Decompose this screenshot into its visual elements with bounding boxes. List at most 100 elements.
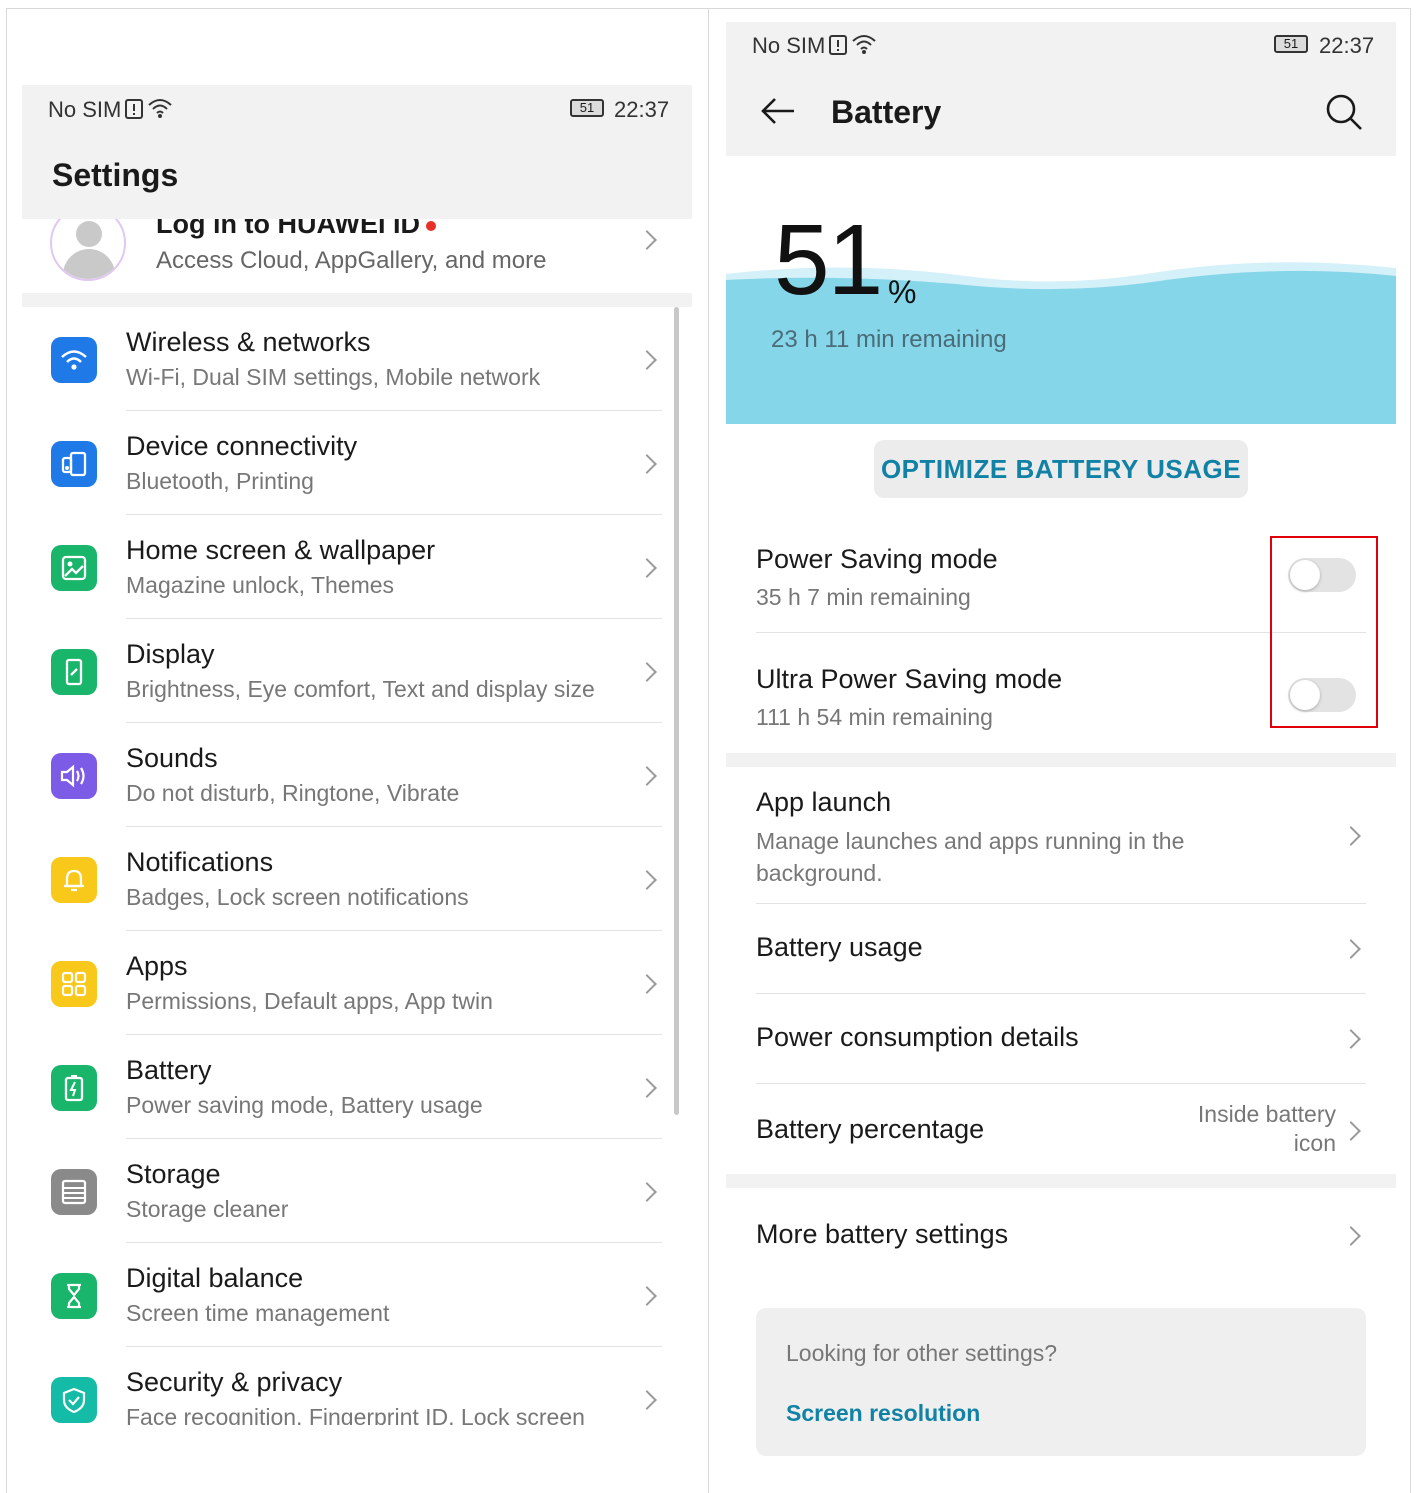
chevron-right-icon — [1341, 939, 1361, 959]
chevron-right-icon — [637, 558, 657, 578]
clock: 22:37 — [1319, 33, 1375, 58]
scrollbar[interactable] — [674, 307, 679, 1115]
item-subtitle: Manage launches and apps running in the … — [756, 828, 1185, 886]
display-icon — [51, 649, 97, 695]
mode-subtitle: 111 h 54 min remaining — [756, 704, 993, 730]
sound-icon — [51, 753, 97, 799]
item-title: Storage — [126, 1159, 221, 1189]
settings-item-sounds[interactable]: Sounds Do not disturb, Ringtone, Vibrate — [22, 723, 692, 827]
item-title: Display — [126, 639, 215, 669]
item-subtitle: Storage cleaner — [126, 1196, 289, 1222]
item-title: App launch — [756, 787, 892, 817]
item-subtitle: Power saving mode, Battery usage — [126, 1092, 483, 1118]
settings-item-apps[interactable]: Apps Permissions, Default apps, App twin — [22, 931, 692, 1035]
bell-icon — [51, 857, 97, 903]
screen-resolution-link[interactable]: Screen resolution — [786, 1400, 980, 1427]
mode-title: Power Saving mode — [756, 544, 998, 574]
notification-dot — [425, 220, 436, 231]
carrier-label: No SIM — [752, 33, 826, 58]
item-title: Device connectivity — [126, 431, 358, 461]
page-title: Battery — [831, 94, 942, 130]
section-gap — [726, 753, 1396, 767]
settings-item-battery[interactable]: Battery Power saving mode, Battery usage — [22, 1035, 692, 1139]
title-bar: Settings — [22, 133, 692, 219]
hint-question: Looking for other settings? — [786, 1340, 1058, 1366]
chevron-right-icon — [637, 1286, 657, 1306]
carrier-label: No SIM — [48, 97, 122, 122]
battery-icon — [51, 1065, 97, 1111]
wifi-status-icon — [852, 35, 876, 54]
hourglass-icon — [51, 1273, 97, 1319]
chevron-right-icon — [1341, 1029, 1361, 1049]
battery-usage-row[interactable]: Battery usage — [726, 904, 1396, 993]
huawei-id-row[interactable]: Log in to HUAWEI ID Access Cloud, AppGal… — [22, 219, 692, 293]
battery-screen: No SIM 51 22:37 Battery 51 % 23 h 11 min… — [726, 22, 1396, 1493]
page-title: Settings — [52, 157, 179, 193]
battery-status-icon: 51 — [1274, 35, 1308, 53]
item-subtitle: Brightness, Eye comfort, Text and displa… — [126, 676, 595, 702]
highlight-box — [1270, 536, 1378, 728]
item-subtitle: Face recognition, Fingerprint ID, Lock s… — [126, 1404, 585, 1425]
status-bar: No SIM 51 22:37 — [22, 85, 692, 133]
settings-item-digital-balance[interactable]: Digital balance Screen time management — [22, 1243, 692, 1347]
account-title: Log in to HUAWEI ID — [156, 219, 436, 240]
section-gap — [726, 1174, 1396, 1188]
chevron-right-icon — [637, 662, 657, 682]
storage-icon — [51, 1169, 97, 1215]
chevron-right-icon — [637, 1078, 657, 1098]
item-title: Home screen & wallpaper — [126, 535, 436, 565]
item-title: Power consumption details — [756, 1022, 1079, 1052]
chevron-right-icon — [637, 1182, 657, 1202]
item-title: Apps — [126, 951, 188, 981]
chevron-right-icon — [637, 230, 657, 250]
item-title: Digital balance — [126, 1263, 304, 1293]
item-title: Sounds — [126, 743, 218, 773]
item-title: Battery — [126, 1055, 212, 1085]
chevron-right-icon — [1341, 1121, 1361, 1141]
item-title: Notifications — [126, 847, 274, 877]
chevron-right-icon — [637, 870, 657, 890]
settings-screen: No SIM 51 22:37 Settings Log in to HUAWE… — [22, 85, 692, 1425]
item-subtitle: Wi-Fi, Dual SIM settings, Mobile network — [126, 364, 541, 390]
chevron-right-icon — [637, 1390, 657, 1410]
item-subtitle: Bluetooth, Printing — [126, 468, 314, 494]
item-subtitle: Badges, Lock screen notifications — [126, 884, 469, 910]
sim-alert-icon — [829, 35, 847, 55]
back-arrow-icon[interactable] — [760, 96, 796, 126]
settings-item-home-screen[interactable]: Home screen & wallpaper Magazine unlock,… — [22, 515, 692, 619]
chevron-right-icon — [637, 454, 657, 474]
device-connectivity-icon — [51, 441, 97, 487]
item-title: Wireless & networks — [126, 327, 371, 357]
item-subtitle: Screen time management — [126, 1300, 390, 1326]
optimize-battery-button[interactable]: OPTIMIZE BATTERY USAGE — [874, 440, 1248, 498]
chevron-right-icon — [637, 350, 657, 370]
shield-icon — [51, 1377, 97, 1423]
title-bar: Battery — [726, 68, 1396, 156]
chevron-right-icon — [637, 766, 657, 786]
power-consumption-details-row[interactable]: Power consumption details — [726, 994, 1396, 1083]
search-icon[interactable] — [1324, 92, 1364, 132]
battery-remaining: 23 h 11 min remaining — [771, 326, 1007, 353]
account-subtitle: Access Cloud, AppGallery, and more — [156, 247, 547, 274]
battery-status-icon: 51 — [570, 99, 604, 117]
item-title: Battery percentage — [756, 1114, 985, 1144]
clock: 22:37 — [614, 97, 670, 122]
mode-title: Ultra Power Saving mode — [756, 664, 1063, 694]
battery-percentage-row[interactable]: Battery percentage Inside battery icon — [726, 1084, 1396, 1174]
item-subtitle: Permissions, Default apps, App twin — [126, 988, 493, 1014]
settings-item-display[interactable]: Display Brightness, Eye comfort, Text an… — [22, 619, 692, 723]
more-battery-settings-row[interactable]: More battery settings — [726, 1188, 1396, 1282]
app-launch-row[interactable]: App launch Manage launches and apps runn… — [726, 767, 1396, 903]
settings-item-device-connectivity[interactable]: Device connectivity Bluetooth, Printing — [22, 411, 692, 515]
settings-item-storage[interactable]: Storage Storage cleaner — [22, 1139, 692, 1243]
settings-list: Wireless & networks Wi-Fi, Dual SIM sett… — [22, 307, 692, 1425]
avatar — [50, 219, 126, 281]
battery-percentage-value: Inside battery icon — [1197, 1101, 1336, 1156]
item-title: Battery usage — [756, 932, 923, 962]
settings-item-wireless[interactable]: Wireless & networks Wi-Fi, Dual SIM sett… — [22, 307, 692, 411]
settings-item-security[interactable]: Security & privacy Face recognition, Fin… — [22, 1347, 692, 1425]
section-gap — [22, 293, 692, 307]
battery-percent: 51 — [774, 204, 883, 316]
item-title: More battery settings — [756, 1219, 1009, 1249]
settings-item-notifications[interactable]: Notifications Badges, Lock screen notifi… — [22, 827, 692, 931]
